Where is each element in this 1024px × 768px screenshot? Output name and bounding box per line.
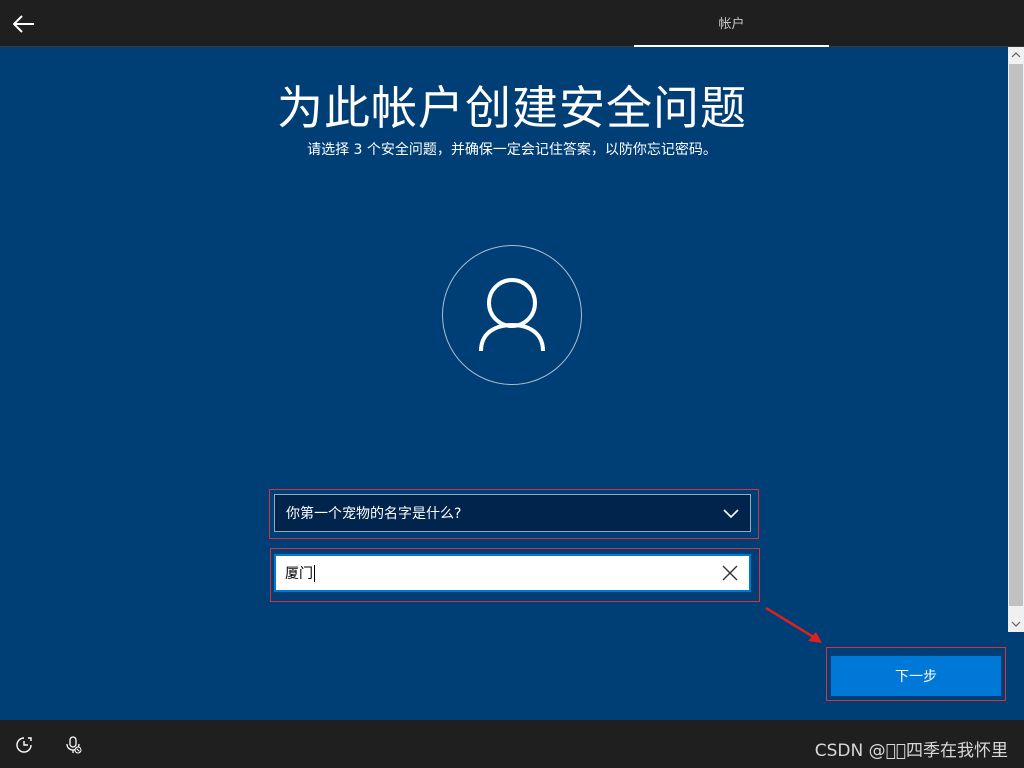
scroll-thumb[interactable] [1009,64,1023,606]
page-subtitle: 请选择 3 个安全问题，并确保一定会记住答案，以防你忘记密码。 [307,142,717,158]
next-button-label: 下一步 [895,669,937,685]
text-caret [314,564,315,582]
back-button[interactable] [8,8,40,40]
annotation-arrow-icon [765,606,822,643]
user-icon [479,278,545,352]
top-bar [0,0,1024,46]
scrollbar-gap [1008,632,1024,720]
avatar [442,245,582,385]
microphone-off-icon[interactable] [64,736,82,754]
tab-account[interactable]: 帐户 [634,0,829,47]
scroll-up-arrow[interactable] [1008,47,1024,63]
close-icon[interactable] [721,564,739,582]
scroll-down-arrow[interactable] [1008,616,1024,632]
chevron-down-icon [723,509,739,519]
chevron-up-icon [1011,52,1021,58]
vertical-scrollbar[interactable] [1008,47,1024,632]
tab-account-label: 帐户 [718,17,745,32]
ease-of-access-icon[interactable] [15,736,33,754]
next-button[interactable]: 下一步 [831,656,1001,696]
security-answer-input[interactable]: 厦门 [274,554,751,592]
security-question-value: 你第一个宠物的名字是什么? [286,506,462,522]
security-answer-value: 厦门 [285,566,313,582]
chevron-down-icon [1011,621,1021,627]
page-title: 为此帐户创建安全问题 [277,81,747,135]
security-question-select[interactable]: 你第一个宠物的名字是什么? [274,494,751,532]
watermark-text: CSDN @  四季在我怀里 [814,741,1008,761]
arrow-left-icon [13,15,34,33]
